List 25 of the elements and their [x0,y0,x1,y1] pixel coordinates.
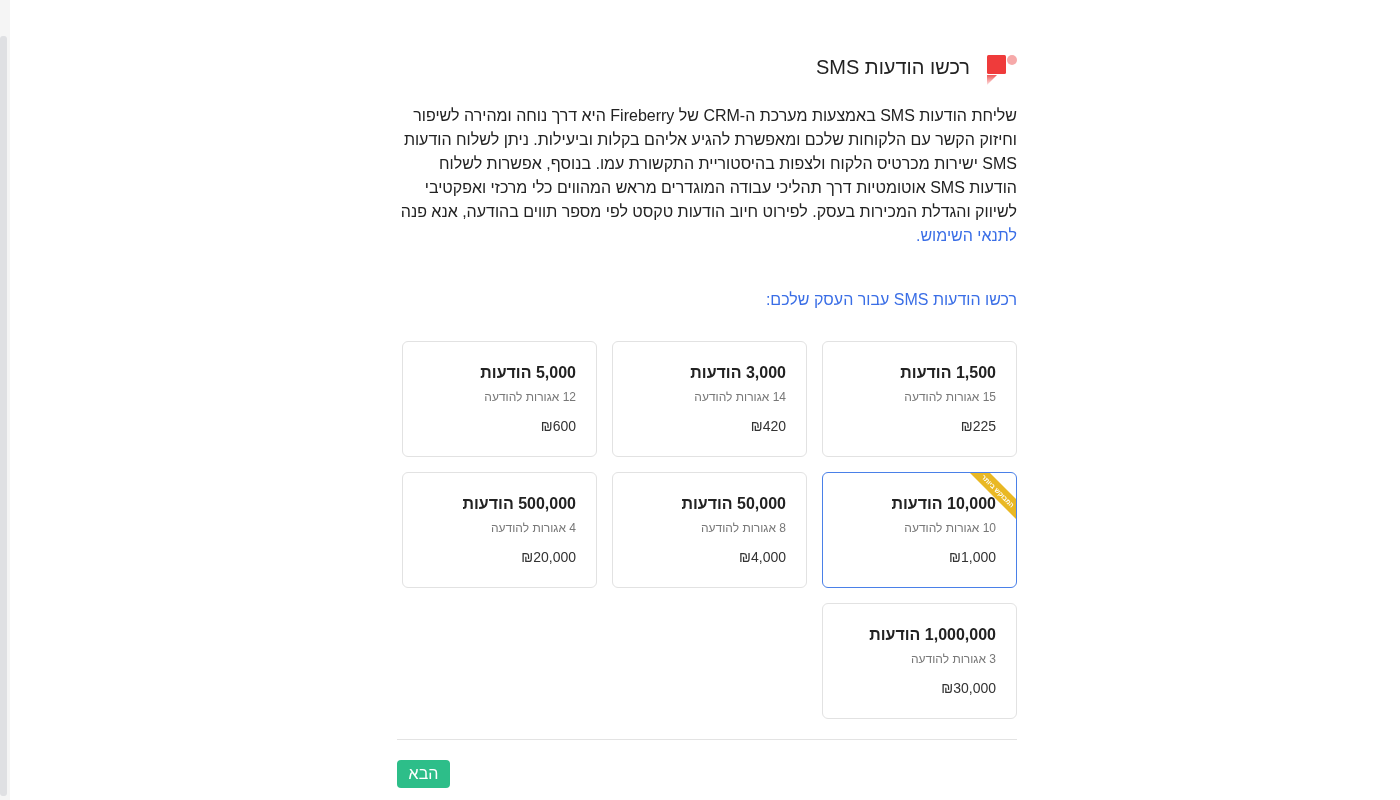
package-rate: 3 אגורות להודעה [910,651,996,668]
description-text: שליחת הודעות SMS באמצעות מערכת ה-CRM של Fireberry היא דרך נוחה ומהירה לשיפור וחיזוק הקשר עם הלקוחות שלכם ומאפשרת להגיע אליהם בקלות וביעילות. ניתן לשלוח הודעות SMS ישירות מכרטיס הלקוח ולצפות בהיסטוריית התקשורת עמו. בנוסף, אפשרות לשלוח הודעות SMS אוטומטיות דרך תהליכי עבודה המוגדרים מראש המהווים כלי מרכזי ואפקטיבי לשיווק והגדלת המכירות בעסק. לפירוט חיוב הודעות טקסט לפי מספר תווים בהודעה, אנא פנה לתנאי השימוש. [399,106,1017,246]
package-price: ₪20,000 [520,548,576,567]
package-title: 5,000 הודעות [479,363,576,383]
package-price: ₪30,000 [940,679,996,698]
package-title: 1,500 הודעות [899,363,996,383]
package-title: 3,000 הודעות [689,363,786,383]
package-price: ₪1,000 [948,548,996,567]
package-rate: 4 אגורות להודעה [490,520,576,537]
package-price: ₪600 [539,417,576,436]
package-rate: 10 אגורות להודעה [903,520,996,537]
package-title: 50,000 הודעות [680,494,786,514]
package-rate: 8 אגורות להודעה [700,520,786,537]
package-title: 1,000,000 הודעות [868,625,996,645]
section-heading: רכשו הודעות SMS עבור העסק שלכם: [764,290,1017,310]
terms-link[interactable]: לתנאי השימוש. [916,227,1017,244]
package-price: ₪225 [959,417,996,436]
logo-icon [987,55,1017,85]
page-title: רכשו הודעות SMS [815,55,970,80]
package-title: 500,000 הודעות [461,494,576,514]
package-rate: 15 אגורות להודעה [903,389,996,406]
package-price: ₪4,000 [738,548,786,567]
package-rate: 12 אגורות להודעה [483,389,576,406]
package-price: ₪420 [749,417,786,436]
package-rate: 14 אגורות להודעה [693,389,786,406]
